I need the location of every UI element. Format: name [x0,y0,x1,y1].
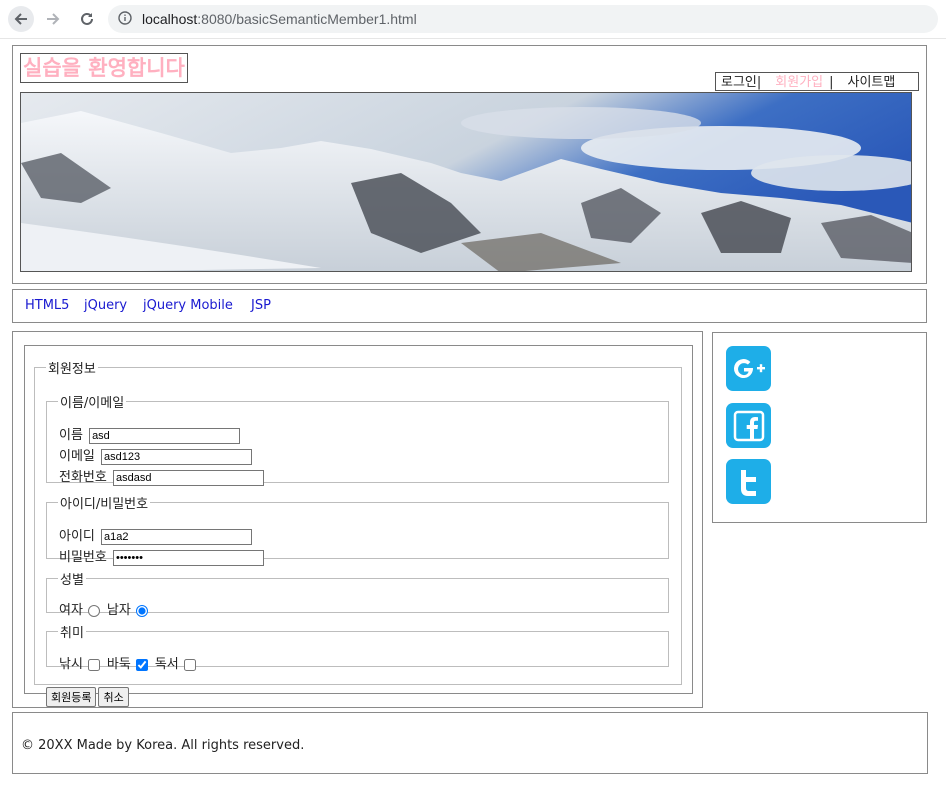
url-host: localhost [142,11,198,27]
browser-toolbar: localhost:8080/basicSemanticMember1.html [0,0,946,39]
id-password-fieldset: 아이디/비밀번호 아이디 비밀번호 [46,493,669,566]
id-label: 아이디 [59,529,95,544]
gender-fieldset: 성별 여자 남자 [46,569,669,618]
social-aside [712,332,927,523]
phone-row: 전화번호 [59,469,264,487]
fishing-checkbox[interactable] [87,658,100,671]
baduk-label: 바둑 [106,657,131,672]
twitter-icon[interactable] [726,459,771,504]
email-label: 이메일 [59,449,95,464]
phone-input[interactable] [112,470,264,486]
arrow-right-icon [47,13,60,25]
form-container: 회원정보 이름/이메일 이름 이메일 전화번호 아이디/비밀번호 [24,345,693,707]
female-label: 여자 [59,603,83,618]
name-row: 이름 [59,427,241,445]
password-label: 비밀번호 [59,550,107,565]
back-button[interactable] [8,6,34,32]
login-link[interactable]: 로그인 [721,75,757,90]
signup-link[interactable]: 회원가입 [775,75,823,90]
id-password-legend: 아이디/비밀번호 [60,497,149,512]
member-info-fieldset: 회원정보 이름/이메일 이름 이메일 전화번호 아이디/비밀번호 [34,358,682,707]
cancel-button[interactable]: 취소 [98,687,129,707]
reload-icon [81,12,93,25]
page-footer: © 20XX Made by Korea. All rights reserve… [12,712,928,774]
hobby-row: 낚시 바둑 독서 [59,656,203,674]
name-email-legend: 이름/이메일 [60,396,125,411]
site-title: 실습을 환영합니다 [20,53,188,83]
url-path: :8080/basicSemanticMember1.html [197,11,417,27]
nav-link-jquery[interactable]: jQuery [84,298,127,313]
menu-separator: | [829,75,834,90]
page-header: 실습을 환영합니다 로그인| 회원가입 | 사이트맵 [12,45,927,284]
gender-row: 여자 남자 [59,602,155,620]
email-input[interactable] [101,449,253,465]
baduk-checkbox[interactable] [135,658,148,671]
male-label: 남자 [106,603,131,618]
menu-separator: | [756,75,762,90]
sitemap-link[interactable]: 사이트맵 [848,75,896,90]
copyright-text: © 20XX Made by Korea. All rights reserve… [21,738,305,753]
facebook-icon[interactable] [726,403,771,448]
id-input[interactable] [101,529,253,545]
url-text: localhost:8080/basicSemanticMember1.html [142,11,417,27]
register-button[interactable]: 회원등록 [46,687,97,707]
header-menu: 로그인| 회원가입 | 사이트맵 [715,72,919,91]
main-nav: HTML5 jQuery jQuery Mobile JSP [12,289,927,323]
female-radio[interactable] [87,604,100,617]
reading-label: 독서 [154,657,179,672]
arrow-left-icon [14,13,27,25]
nav-link-html5[interactable]: HTML5 [25,298,69,313]
google-plus-icon[interactable] [726,346,771,391]
fishing-label: 낚시 [59,657,83,672]
form-buttons: 회원등록 취소 [46,687,131,707]
forward-button[interactable] [40,6,66,32]
hobby-fieldset: 취미 낚시 바둑 독서 [46,622,669,672]
gender-legend: 성별 [60,573,84,588]
reload-button[interactable] [74,6,100,32]
info-icon[interactable] [118,11,132,28]
id-row: 아이디 [59,528,253,546]
nav-link-jsp[interactable]: JSP [251,298,271,313]
member-info-legend: 회원정보 [48,362,96,377]
address-bar[interactable]: localhost:8080/basicSemanticMember1.html [108,5,938,33]
reading-checkbox[interactable] [183,658,196,671]
name-input[interactable] [89,428,241,444]
name-label: 이름 [59,428,83,443]
hobby-legend: 취미 [60,626,84,641]
password-row: 비밀번호 [59,549,264,567]
male-radio[interactable] [135,604,148,617]
nav-link-jquery-mobile[interactable]: jQuery Mobile [143,298,233,313]
mountain-banner-image [20,92,912,272]
content-section: 회원정보 이름/이메일 이름 이메일 전화번호 아이디/비밀번호 [12,331,703,708]
name-email-fieldset: 이름/이메일 이름 이메일 전화번호 [46,392,669,486]
phone-label: 전화번호 [59,470,107,485]
password-input[interactable] [112,550,264,566]
email-row: 이메일 [59,448,253,466]
